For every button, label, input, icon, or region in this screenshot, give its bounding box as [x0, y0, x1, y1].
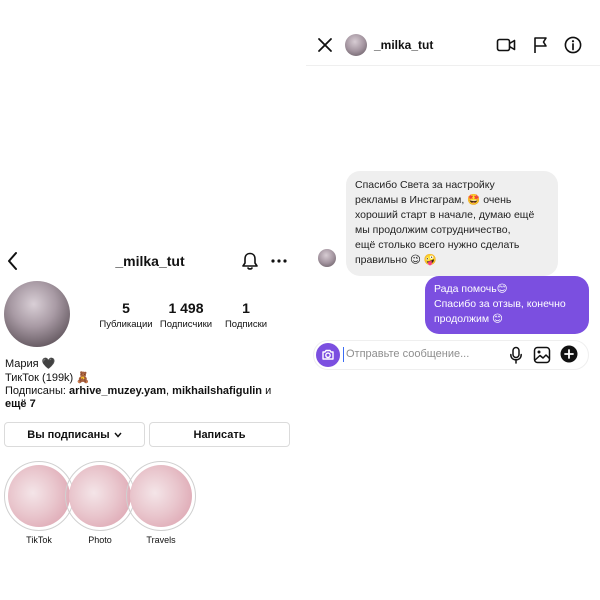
message-line: Рада помочь😊 [434, 283, 508, 295]
flag-icon[interactable] [532, 36, 548, 54]
stat-value: 5 [122, 300, 130, 316]
video-camera-icon[interactable] [496, 37, 516, 53]
message-sender-avatar[interactable] [318, 249, 336, 267]
message-label: Написать [193, 429, 246, 441]
message-line: продолжим 😊 [434, 313, 503, 325]
camera-icon [322, 349, 334, 360]
chat-username[interactable]: _milka_tut [374, 38, 433, 52]
stat-following[interactable]: 1 Подписки [214, 300, 278, 330]
text-cursor [343, 347, 344, 362]
message-input[interactable] [346, 346, 496, 362]
followed-and: и [262, 385, 272, 397]
followed-by: Подписаны: arhive_muzey.yam, mikhailshaf… [5, 385, 295, 411]
direct-chat-screen: _milka_tut Спасибо Света за настройку ре… [306, 0, 600, 600]
message-line: ещё столько всего нужно сделать [355, 239, 520, 251]
header-divider [306, 65, 600, 66]
stat-label: Подписки [224, 319, 268, 330]
close-icon[interactable] [316, 36, 334, 54]
followed-prefix: Подписаны: [5, 385, 70, 397]
followed-user-link[interactable]: arhive_muzey.yam [69, 385, 166, 397]
more-icon[interactable] [270, 252, 288, 270]
following-button[interactable]: Вы подписаны [4, 422, 145, 447]
message-button[interactable]: Написать [149, 422, 290, 447]
bio-name: Мария 🖤 [5, 358, 56, 370]
message-line: правильно 😉 🤪 [355, 254, 437, 266]
message-line: рекламы в Инстаграм, 🤩 очень [355, 194, 512, 206]
followed-user-link[interactable]: mikhailshafigulin [172, 385, 262, 397]
chat-avatar[interactable] [345, 34, 367, 56]
chevron-down-icon [114, 432, 122, 438]
profile-avatar[interactable] [4, 281, 70, 347]
stat-label: Публикации [99, 319, 153, 330]
highlight-cover [126, 461, 196, 531]
following-label: Вы подписаны [27, 429, 110, 441]
camera-button[interactable] [316, 343, 340, 367]
highlight-travels[interactable]: Travels [124, 461, 198, 545]
message-line: хороший старт в начале, думаю ещё [355, 209, 535, 221]
plus-icon[interactable] [560, 345, 578, 363]
stat-followers[interactable]: 1 498 Подписчики [154, 300, 218, 330]
message-line: Спасибо за отзыв, конечно [434, 298, 566, 310]
incoming-message[interactable]: Спасибо Света за настройку рекламы в Инс… [346, 171, 558, 276]
bell-icon[interactable] [240, 251, 260, 271]
microphone-icon[interactable] [509, 346, 523, 364]
info-icon[interactable] [564, 36, 582, 54]
followed-more-link[interactable]: ещё 7 [5, 398, 36, 410]
profile-screen: _milka_tut 5 Публикации 1 498 Подписчики… [0, 0, 300, 600]
stat-label: Подписчики [159, 319, 213, 330]
bio-text: ТикТок (199k) 🧸 [5, 372, 90, 384]
message-line: Спасибо Света за настройку [355, 179, 495, 191]
gallery-icon[interactable] [533, 346, 551, 364]
stat-value: 1 498 [168, 300, 204, 316]
highlight-label: Travels [146, 535, 176, 545]
stat-value: 1 [242, 300, 250, 316]
stat-posts[interactable]: 5 Публикации [94, 300, 158, 330]
outgoing-message[interactable]: Рада помочь😊 Спасибо за отзыв, конечно п… [425, 276, 589, 334]
message-line: мы продолжим сотрудничество, [355, 224, 511, 236]
